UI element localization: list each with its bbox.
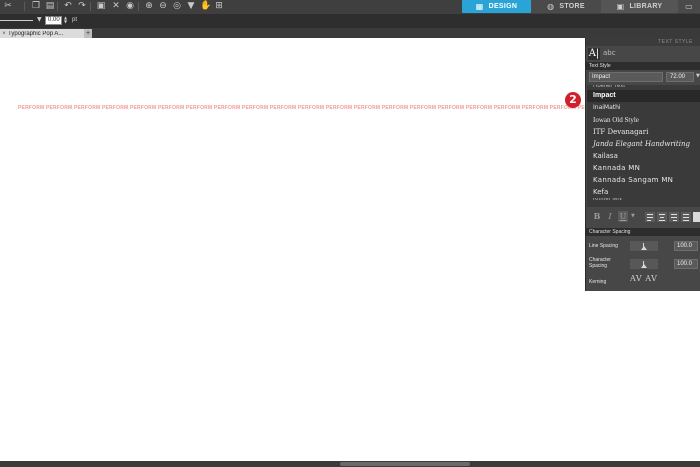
toolbar-separator — [57, 2, 58, 11]
line-style-preview[interactable] — [0, 20, 33, 21]
font-list-item[interactable]: Impact — [587, 90, 700, 102]
library-icon: ▣ — [616, 2, 625, 11]
paste-icon[interactable]: ▤ — [45, 1, 55, 12]
document-tab[interactable]: × Typographic Pop A... — [0, 29, 84, 38]
character-spacing-slider[interactable] — [630, 259, 658, 269]
ungroup-icon[interactable]: ✕ — [111, 1, 121, 12]
tab-library-label: LIBRARY — [629, 3, 663, 10]
character-spacing-header: Character Spacing — [586, 228, 700, 236]
toolbar-separator — [90, 2, 91, 11]
kerning-buttons[interactable]: AV AV — [630, 274, 657, 283]
panel-title: TEXT STYLE — [586, 38, 700, 46]
horizontal-scrollbar[interactable] — [340, 462, 470, 466]
tab-design[interactable]: ▦ DESIGN — [462, 0, 531, 13]
move-down-icon[interactable]: ▼ — [186, 1, 196, 12]
align-right-icon[interactable] — [669, 212, 679, 222]
stroke-unit-label: pt — [72, 17, 78, 23]
character-spacing-label: Character Spacing — [589, 257, 611, 269]
justify-icon[interactable] — [681, 212, 691, 222]
document-tab-label: Typographic Pop A... — [8, 30, 64, 37]
device-icon: ▭ — [685, 2, 693, 11]
toolbar-separator — [24, 2, 25, 11]
format-toolbar: B I U ▼ — [586, 210, 700, 224]
text-style-section-header: Text Style — [586, 62, 700, 70]
zoom-out-icon[interactable]: ⊖ — [158, 1, 168, 12]
add-page-icon[interactable]: ⊞ — [214, 1, 224, 12]
zoom-in-icon[interactable]: ⊕ — [144, 1, 154, 12]
font-name-input[interactable]: Impact — [589, 72, 663, 82]
toolbar-separator — [138, 2, 139, 11]
line-spacing-label: Line Spacing — [589, 243, 618, 249]
select-icon[interactable]: ◉ — [125, 1, 135, 12]
tab-library[interactable]: ▣ LIBRARY — [601, 0, 678, 13]
underline-button[interactable]: U — [618, 211, 628, 222]
document-tab-bar: × Typographic Pop A... + — [0, 28, 700, 38]
add-document-button[interactable]: + — [84, 29, 92, 38]
tab-design-label: DESIGN — [488, 3, 518, 10]
cut-icon[interactable]: ✂ — [3, 1, 13, 12]
tab-store[interactable]: ◍ STORE — [531, 0, 601, 13]
main-toolbar: ✂ ❐ ▤ ↶ ↷ ▣ ✕ ◉ ⊕ ⊖ ◎ ▼ ✋ ⊞ ▦ DESIGN ◍ STORE ▣ LIBRAR… — [0, 0, 700, 14]
font-list-item[interactable]: Kannada MN — [587, 162, 700, 174]
font-list-item[interactable]: Kailasa — [587, 150, 700, 162]
close-tab-icon[interactable]: × — [0, 31, 8, 37]
italic-button[interactable]: I — [605, 211, 615, 222]
text-style-tab-icon[interactable]: A| — [588, 48, 600, 60]
character-spacing-input[interactable]: 100.0 — [674, 259, 698, 269]
tab-store-label: STORE — [559, 3, 585, 10]
font-size-input[interactable]: 72.00 — [666, 72, 694, 82]
font-list-item[interactable]: Janda Elegant Handwriting — [587, 138, 700, 150]
tab-send-to-device[interactable]: ▭ — [678, 0, 700, 13]
font-list[interactable]: Hoefler Text Impact InaiMathi Iowan Old Sty… — [587, 85, 700, 207]
chevron-down-icon[interactable]: ▼ — [696, 73, 700, 79]
align-left-icon[interactable] — [645, 212, 655, 222]
stroke-width-input[interactable]: 0.00 — [45, 16, 62, 25]
undo-icon[interactable]: ↶ — [63, 1, 73, 12]
font-list-item[interactable]: ITF Devanagari — [587, 126, 700, 138]
store-globe-icon: ◍ — [547, 2, 555, 11]
pan-hand-icon[interactable]: ✋ — [200, 1, 211, 12]
canvas-text-object[interactable]: PERFORM PERFORM PERFORM PERFORM PERFORM … — [18, 105, 586, 111]
design-grid-icon: ▦ — [475, 2, 484, 11]
font-list-item[interactable]: Khmer MN — [587, 198, 700, 203]
more-alignment-icon[interactable] — [693, 212, 700, 222]
stroke-width-stepper[interactable]: ▲ ▼ — [63, 16, 68, 25]
group-icon[interactable]: ▣ — [96, 1, 106, 12]
chevron-down-icon[interactable]: ▼ — [631, 213, 635, 219]
bottom-status-bar — [0, 461, 700, 467]
font-list-item[interactable]: InaiMathi — [587, 102, 700, 114]
font-list-item[interactable]: Iowan Old Style — [587, 114, 700, 126]
line-settings-bar: ▼ 0.00 ▲ ▼ pt — [0, 14, 700, 28]
kerning-label: Kerning — [589, 279, 607, 285]
bold-button[interactable]: B — [592, 211, 602, 222]
redo-icon[interactable]: ↷ — [77, 1, 87, 12]
app-window: ✂ ❐ ▤ ↶ ↷ ▣ ✕ ◉ ⊕ ⊖ ◎ ▼ ✋ ⊞ ▦ DESIGN ◍ STORE ▣ LIBRAR… — [0, 0, 700, 467]
line-spacing-input[interactable]: 100.0 — [674, 241, 698, 251]
line-spacing-slider[interactable] — [630, 241, 658, 251]
font-list-item[interactable]: Kannada Sangam MN — [587, 174, 700, 186]
text-style-panel: TEXT STYLE A| abc Text Style Impact 72.0… — [585, 38, 700, 291]
text-on-path-tab-icon[interactable]: abc — [603, 49, 616, 57]
align-center-icon[interactable] — [657, 212, 667, 222]
chevron-down-icon[interactable]: ▼ — [37, 16, 42, 23]
panel-tabs: A| abc — [586, 46, 700, 62]
zoom-fit-icon[interactable]: ◎ — [172, 1, 182, 12]
font-list-item[interactable]: Kefa — [587, 186, 700, 198]
copy-icon[interactable]: ❐ — [31, 1, 41, 12]
callout-marker-2: 2 — [565, 92, 581, 108]
